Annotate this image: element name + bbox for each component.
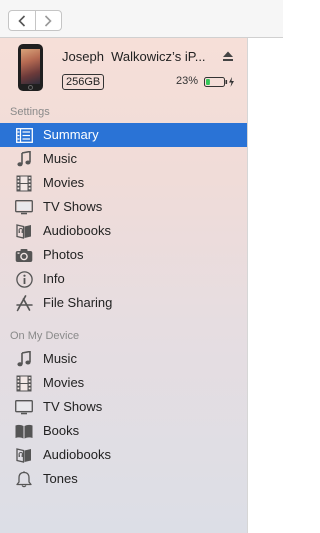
film-icon [15,174,33,192]
device-name: Joseph Walkowicz’s iP... [62,49,206,64]
tv-icon [15,398,33,416]
eject-icon [223,51,233,61]
sidebar-item-label: Photos [43,247,84,262]
device-item-music[interactable]: Music [0,347,247,371]
sidebar-item-label: Music [43,151,77,166]
sidebar-item-label: Tones [43,471,78,486]
eject-button[interactable] [222,51,234,62]
chevron-right-icon [45,14,52,27]
app-store-icon [15,294,33,312]
sidebar-item-file-sharing[interactable]: File Sharing [0,291,247,315]
device-item-tones[interactable]: Tones [0,467,247,491]
device-item-movies[interactable]: Movies [0,371,247,395]
sidebar-item-label: Music [43,351,77,366]
sidebar-item-label: Info [43,271,65,286]
audiobook-icon [15,446,33,464]
sidebar: Joseph Walkowicz’s iP... 256GB 23% Setti… [0,38,248,533]
sidebar-item-audiobooks[interactable]: Audiobooks [0,219,247,243]
bell-icon [15,470,33,488]
battery-icon [204,76,236,88]
sidebar-item-label: Audiobooks [43,223,111,238]
back-button[interactable] [9,11,35,30]
section-header-on-my-device: On My Device [10,330,80,342]
sidebar-item-summary[interactable]: Summary [0,123,247,147]
sidebar-item-info[interactable]: Info [0,267,247,291]
capacity-badge: 256GB [62,74,105,90]
device-item-tv-shows[interactable]: TV Shows [0,395,247,419]
battery-percent: 23% [176,75,199,87]
navigation-buttons [8,10,62,31]
toolbar [0,0,283,38]
sidebar-item-label: Movies [43,375,85,390]
section-header-settings: Settings [10,106,50,118]
sidebar-item-tv-shows[interactable]: TV Shows [0,195,247,219]
forward-button[interactable] [34,11,62,30]
device-header[interactable]: Joseph Walkowicz’s iP... 256GB 23% [0,38,248,98]
sidebar-item-label: Movies [43,175,85,190]
sidebar-item-label: Books [43,423,80,438]
sidebar-item-label: Summary [43,127,99,142]
sidebar-item-label: TV Shows [43,399,103,414]
chevron-left-icon [18,14,25,27]
tv-icon [15,198,33,216]
music-note-icon [15,350,33,368]
music-note-icon [15,150,33,168]
iphone-icon [18,44,43,91]
sidebar-item-music[interactable]: Music [0,147,247,171]
device-item-audiobooks[interactable]: Audiobooks [0,443,247,467]
sidebar-item-label: File Sharing [43,295,113,310]
sidebar-item-label: Audiobooks [43,447,111,462]
book-icon [15,422,33,440]
device-item-books[interactable]: Books [0,419,247,443]
sidebar-item-photos[interactable]: Photos [0,243,247,267]
sidebar-item-movies[interactable]: Movies [0,171,247,195]
camera-icon [15,246,33,264]
film-icon [15,374,33,392]
sidebar-item-label: TV Shows [43,199,103,214]
info-icon [15,270,33,288]
audiobook-icon [15,222,33,240]
summary-icon [15,126,33,144]
